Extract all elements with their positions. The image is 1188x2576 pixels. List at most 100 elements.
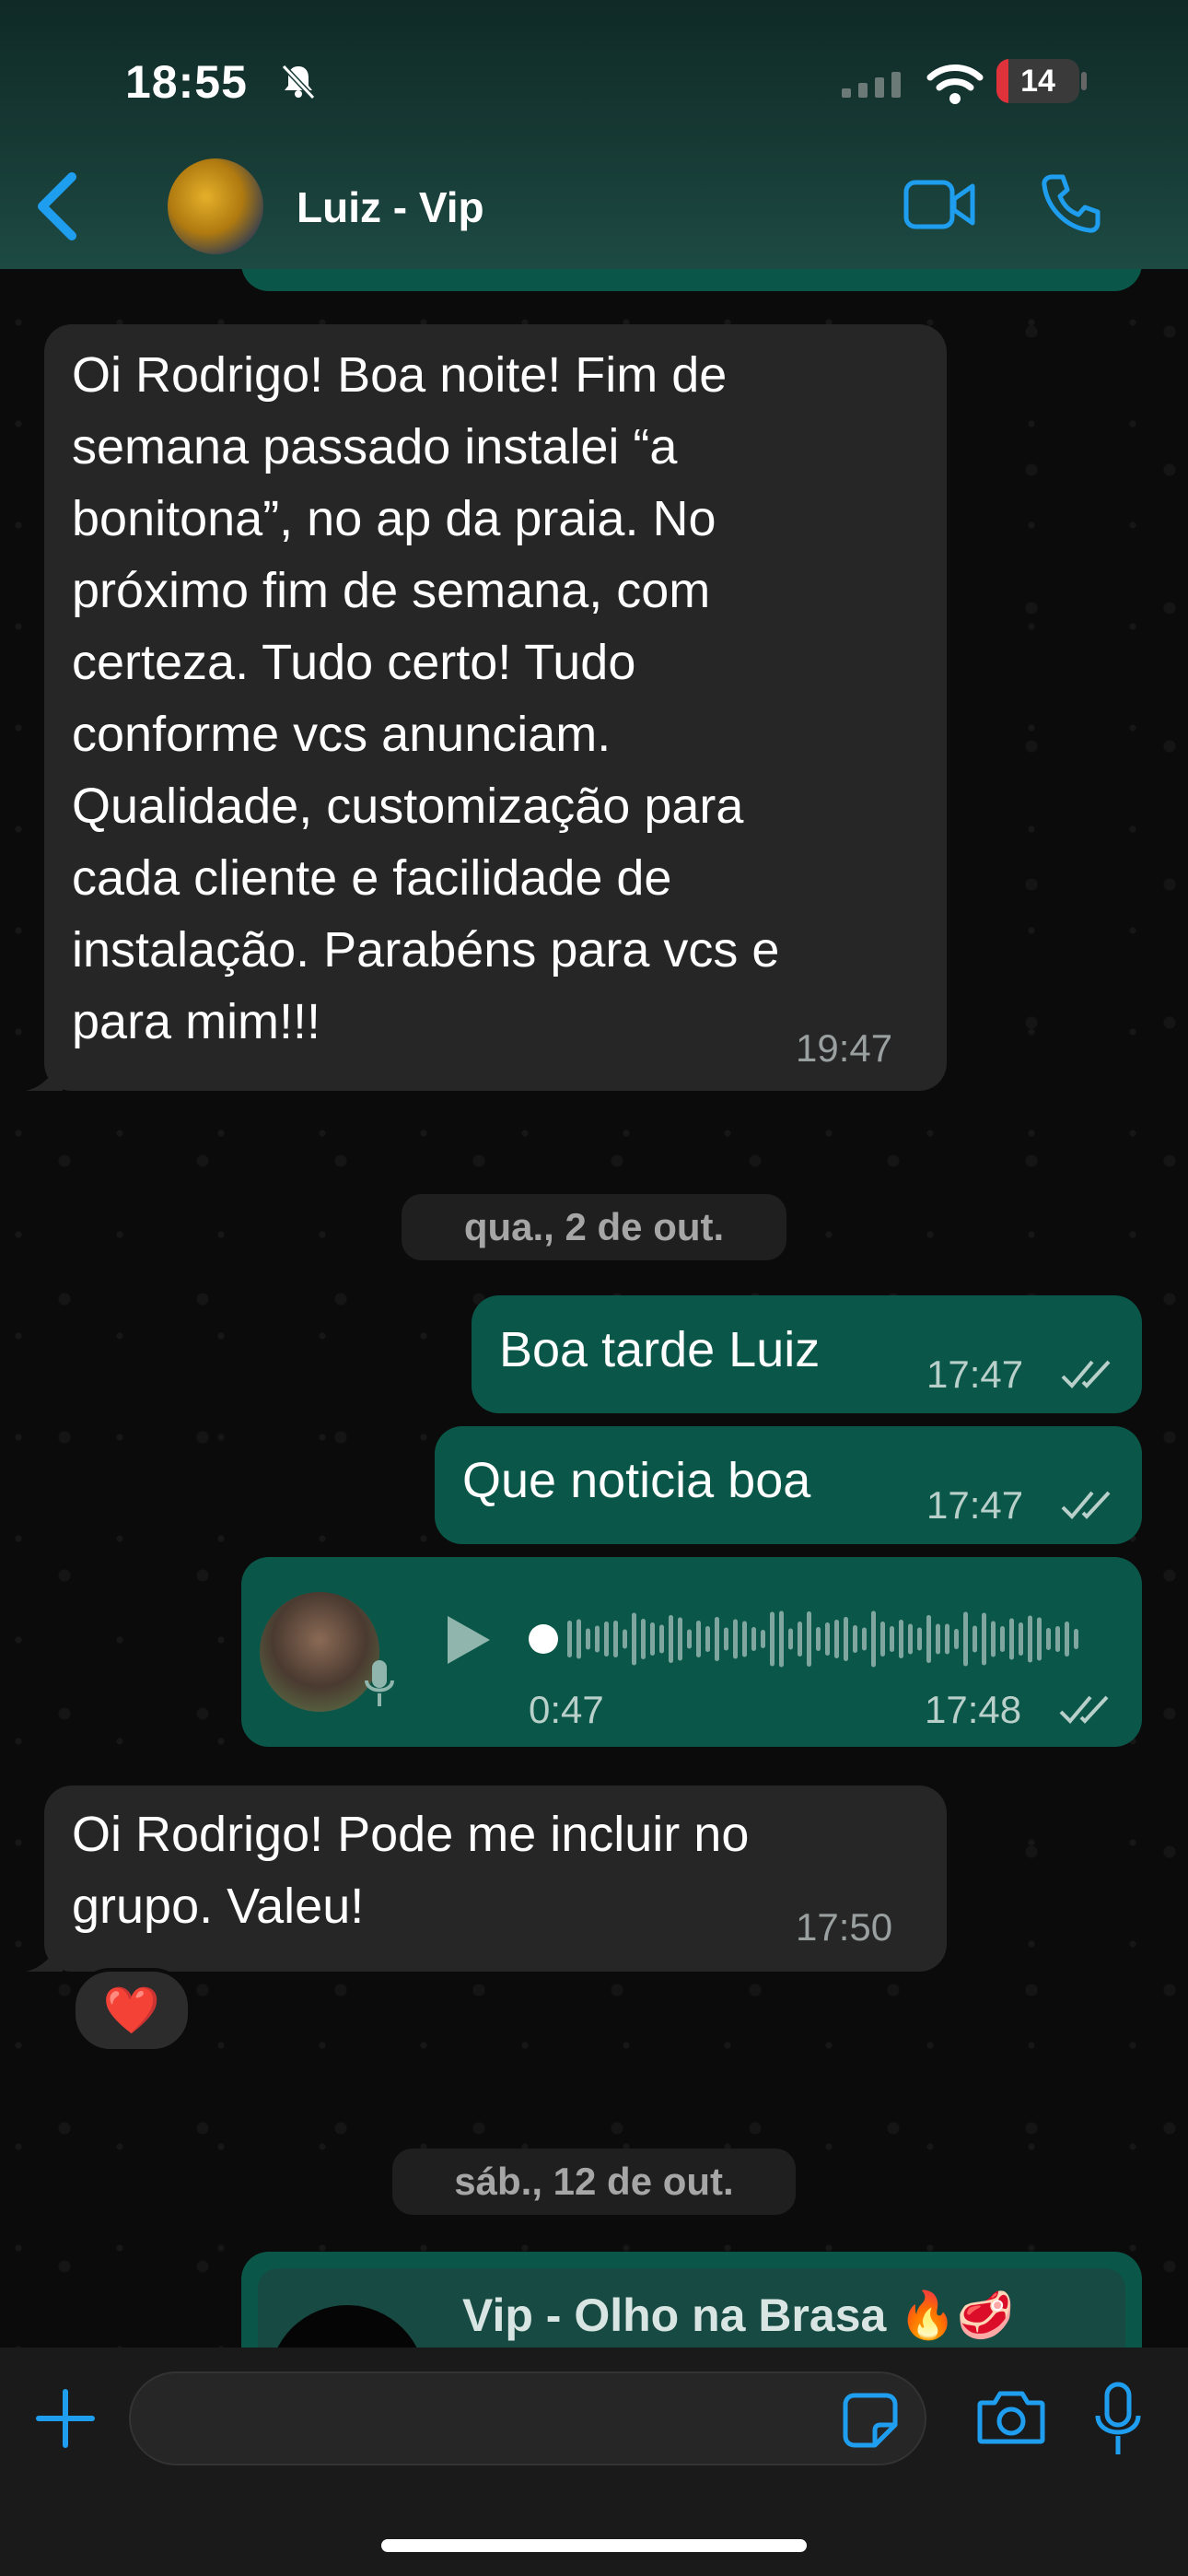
message-text: Que noticia boa xyxy=(462,1453,811,1508)
message-input[interactable] xyxy=(129,2371,926,2465)
plus-icon[interactable] xyxy=(33,2386,98,2451)
waveform-bar xyxy=(1000,1626,1005,1652)
waveform-bar xyxy=(632,1612,636,1666)
waveform-bar xyxy=(696,1621,701,1657)
date-separator: qua., 2 de out. xyxy=(402,1194,786,1260)
waveform-bar xyxy=(586,1628,590,1650)
waveform-bar xyxy=(853,1625,857,1653)
waveform-bar xyxy=(1037,1617,1042,1661)
waveform-bar xyxy=(816,1627,821,1651)
waveform-bar xyxy=(954,1629,959,1649)
waveform-bar xyxy=(577,1619,581,1659)
waveform-bar xyxy=(834,1620,839,1658)
outgoing-message[interactable]: Que noticia boa 17:47 xyxy=(435,1426,1142,1544)
waveform-bar xyxy=(926,1615,931,1663)
message-text: Oi Rodrigo! Boa noite! Fim de semana pas… xyxy=(72,347,780,1049)
waveform-bar xyxy=(715,1617,719,1661)
sticker-icon[interactable] xyxy=(842,2392,899,2449)
waveform-bar xyxy=(724,1627,728,1651)
waveform-bar xyxy=(1019,1622,1023,1656)
waveform-bar xyxy=(890,1626,894,1652)
waveform-bar xyxy=(798,1622,802,1657)
double-check-icon xyxy=(1061,1491,1111,1519)
waveform-bar xyxy=(604,1622,609,1657)
waveform-bar xyxy=(669,1615,673,1663)
microphone-icon xyxy=(365,1660,394,1706)
back-chevron-icon[interactable] xyxy=(29,170,85,243)
message-text: Boa tarde Luiz xyxy=(499,1322,821,1377)
waveform-bar xyxy=(788,1628,793,1650)
message-time: 17:47 xyxy=(926,1483,1024,1527)
waveform-bar xyxy=(825,1622,830,1656)
waveform-bar xyxy=(687,1629,692,1649)
play-icon[interactable] xyxy=(440,1610,495,1669)
waveform-bar xyxy=(807,1611,811,1667)
waveform-bar xyxy=(705,1626,710,1652)
waveform-bar xyxy=(659,1624,664,1654)
message-time: 17:48 xyxy=(925,1688,1022,1731)
wifi-icon xyxy=(926,64,984,104)
microphone-icon[interactable] xyxy=(1092,2381,1144,2458)
waveform-bar xyxy=(742,1621,747,1657)
waveform-bar xyxy=(844,1617,848,1661)
waveform-bar xyxy=(871,1610,876,1668)
waveform-bar xyxy=(1065,1622,1069,1657)
waveform-bar xyxy=(623,1629,627,1649)
battery-indicator: 14 xyxy=(996,59,1079,103)
waveform-bar xyxy=(973,1625,977,1653)
waveform-bar xyxy=(761,1630,765,1648)
waveform-bar xyxy=(733,1619,738,1659)
home-indicator xyxy=(381,2539,807,2552)
video-call-icon[interactable] xyxy=(903,175,976,234)
waveform-bar xyxy=(945,1623,949,1655)
incoming-message[interactable]: Oi Rodrigo! Boa noite! Fim de semana pas… xyxy=(44,324,947,1091)
double-check-icon xyxy=(1061,1360,1111,1388)
message-text: Oi Rodrigo! Pode me incluir no grupo. Va… xyxy=(72,1807,750,1934)
date-separator: sáb., 12 de out. xyxy=(392,2149,796,2215)
waveform-bar xyxy=(936,1623,940,1655)
waveform-bar xyxy=(641,1619,646,1659)
waveform-bar xyxy=(1074,1629,1078,1649)
audio-duration: 0:47 xyxy=(529,1688,604,1731)
waveform-bar xyxy=(1009,1618,1014,1660)
bell-slash-icon xyxy=(281,64,316,100)
waveform-bar xyxy=(779,1610,784,1668)
waveform-bar xyxy=(770,1611,775,1667)
waveform-bar xyxy=(880,1622,885,1657)
waveform-bar xyxy=(650,1622,655,1656)
waveform-bar xyxy=(917,1627,922,1651)
waveform-bar xyxy=(678,1617,682,1661)
battery-tip xyxy=(1081,72,1087,90)
outgoing-message[interactable]: Boa tarde Luiz 17:47 xyxy=(472,1295,1142,1413)
waveform-bar xyxy=(862,1627,867,1651)
camera-icon[interactable] xyxy=(976,2388,1046,2447)
audio-waveform[interactable] xyxy=(527,1607,1098,1671)
contact-name[interactable]: Luiz - Vip xyxy=(297,182,484,232)
message-time: 19:47 xyxy=(796,1026,893,1070)
waveform-playhead xyxy=(529,1624,558,1654)
waveform-bar xyxy=(1046,1628,1051,1650)
waveform-bar xyxy=(963,1611,968,1667)
status-time: 18:55 xyxy=(125,56,248,108)
double-check-icon xyxy=(1059,1695,1109,1724)
waveform-bar xyxy=(595,1625,600,1653)
waveform-bar xyxy=(991,1621,996,1657)
message-time: 17:47 xyxy=(926,1352,1024,1396)
waveform-bar xyxy=(751,1627,756,1651)
waveform-bar xyxy=(567,1621,572,1657)
battery-level: 14 xyxy=(1020,64,1055,99)
incoming-message[interactable]: Oi Rodrigo! Pode me incluir no grupo. Va… xyxy=(44,1786,947,1972)
signal-icon xyxy=(842,72,901,98)
message-time: 17:50 xyxy=(796,1905,893,1949)
chat-header: 18:55 14 Luiz - Vip xyxy=(0,0,1188,269)
waveform-bar xyxy=(1028,1615,1032,1663)
contact-avatar[interactable] xyxy=(168,158,263,254)
waveform-bar xyxy=(613,1621,618,1657)
waveform-bar xyxy=(1055,1626,1060,1652)
waveform-bar xyxy=(982,1612,986,1666)
waveform-bar xyxy=(899,1620,903,1658)
group-invite-title: Vip - Olho na Brasa 🔥🥩 xyxy=(462,2289,1014,2341)
waveform-bar xyxy=(908,1623,913,1655)
heart-reaction[interactable]: ❤️ xyxy=(72,1968,192,2053)
phone-icon[interactable] xyxy=(1039,171,1103,236)
